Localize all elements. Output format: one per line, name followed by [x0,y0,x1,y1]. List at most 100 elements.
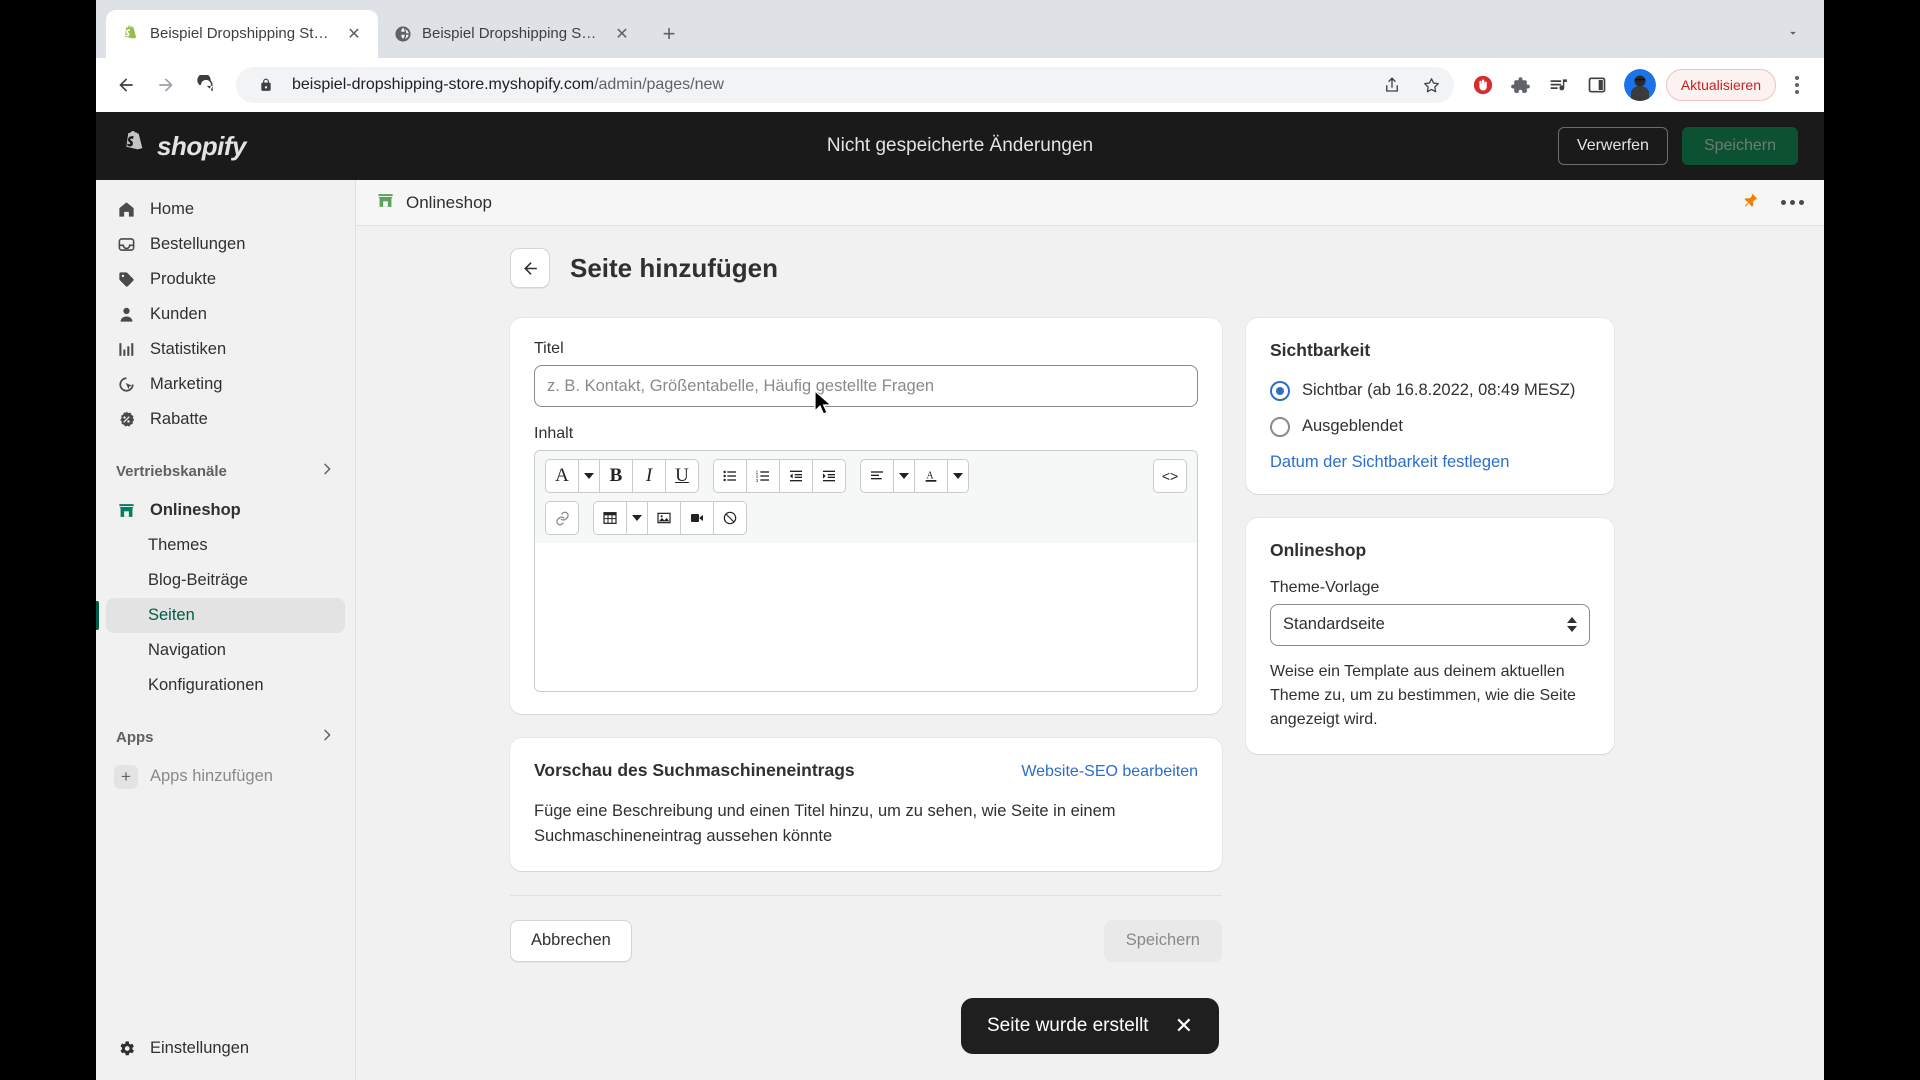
puzzle-extensions-icon[interactable] [1504,68,1538,102]
forward-arrow-icon[interactable] [148,67,184,103]
shopify-logo[interactable]: shopify [122,129,362,164]
sidebar-item-customers[interactable]: Kunden [106,297,345,332]
sidebar-item-add-apps[interactable]: + Apps hinzufügen [106,759,345,794]
theme-template-value: Standardseite [1283,615,1385,634]
seo-preview-card: Vorschau des Suchmaschineneintrags Websi… [510,738,1222,871]
editor-toolbar-row-2 [545,501,1187,535]
kebab-menu-icon[interactable] [1782,69,1812,101]
sidebar-item-blog-posts[interactable]: Blog-Beiträge [106,563,345,598]
lock-icon [252,71,280,99]
sidebar-section-apps[interactable]: Apps [106,717,345,757]
sidebar-item-settings[interactable]: Einstellungen [106,1031,345,1066]
visibility-option-hidden[interactable]: Ausgeblendet [1270,415,1590,439]
editor-group-link [545,501,579,535]
shopify-logo-text: shopify [157,130,246,161]
gear-icon [116,1039,136,1059]
sidebar-section-channels[interactable]: Vertriebskanäle [106,451,345,491]
align-chevron-down-icon[interactable] [893,459,915,493]
title-input[interactable]: z. B. Kontakt, Größentabelle, Häufig ges… [534,365,1198,407]
code-view-icon[interactable]: <> [1153,459,1187,493]
align-icon[interactable] [860,459,894,493]
back-arrow-icon[interactable] [108,67,144,103]
link-icon[interactable] [545,501,579,535]
close-icon[interactable]: ✕ [1175,1015,1193,1037]
sidebar-item-online-store-label: Onlineshop [150,501,241,519]
sidebar-item-analytics[interactable]: Statistiken [106,332,345,367]
sidebar-item-navigation[interactable]: Navigation [106,633,345,668]
outdent-icon[interactable] [779,459,813,493]
browser-tab-2-close-icon[interactable]: ✕ [610,22,634,46]
sidebar-item-preferences[interactable]: Konfigurationen [106,668,345,703]
bold-icon[interactable]: B [599,459,633,493]
visibility-card-title: Sichtbarkeit [1270,340,1371,360]
insert-image-icon[interactable] [647,501,681,535]
sidebar-item-marketing[interactable]: Marketing [106,367,345,402]
text-color-icon[interactable]: A [914,459,948,493]
seo-preview-header: Vorschau des Suchmaschineneintrags Websi… [534,760,1198,781]
sidebar-item-pages[interactable]: Seiten [96,598,345,633]
sidebar-item-pages-label: Seiten [148,606,195,624]
editor-group-font: A B I U [545,459,699,493]
edit-website-seo-link[interactable]: Website-SEO bearbeiten [1021,763,1198,781]
shopify-bag-icon [122,129,148,164]
avatar[interactable] [1623,69,1656,101]
reload-icon[interactable] [188,67,224,103]
back-button[interactable] [510,248,550,288]
share-icon[interactable] [1378,71,1406,99]
editor-group-insert [593,501,747,535]
browser-tab-1-title: Beispiel Dropshipping Store · S [150,25,332,42]
sidebar-item-orders-label: Bestellungen [150,235,246,253]
cancel-button[interactable]: Abbrechen [510,919,632,962]
radio-visible[interactable] [1270,381,1290,401]
sidebar-item-orders[interactable]: Bestellungen [106,227,345,262]
visibility-option-visible[interactable]: Sichtbar (ab 16.8.2022, 08:49 MESZ) [1270,379,1590,403]
rich-text-editor: A B I U 1 2 3 A <> [534,450,1198,692]
numbered-list-icon[interactable]: 123 [746,459,780,493]
shopify-favicon [122,25,140,43]
tabstrip-chevron-down-icon[interactable] [1778,18,1808,48]
adblock-icon[interactable] [1466,68,1500,102]
radio-hidden[interactable] [1270,416,1290,437]
table-icon[interactable] [593,501,627,535]
sidebar-item-analytics-label: Statistiken [150,340,227,358]
save-button-top[interactable]: Speichern [1681,127,1798,165]
save-button-bottom[interactable]: Speichern [1103,919,1222,962]
sidepanel-icon[interactable] [1580,68,1614,102]
playlist-icon[interactable] [1542,68,1576,102]
font-style-chevron-down-icon[interactable] [578,459,600,493]
pin-icon[interactable] [1742,192,1759,214]
font-style-icon[interactable]: A [545,459,579,493]
indent-icon[interactable] [812,459,846,493]
sidebar-item-online-store[interactable]: Onlineshop [106,493,345,528]
url-domain: beispiel-dropshipping-store.myshopify.co… [292,76,595,93]
clear-formatting-icon[interactable] [713,501,747,535]
theme-template-select[interactable]: Standardseite [1270,603,1590,646]
star-icon[interactable] [1418,71,1446,99]
set-visibility-date-link[interactable]: Datum der Sichtbarkeit festlegen [1270,453,1590,472]
text-color-chevron-down-icon[interactable] [947,459,969,493]
sidebar-item-discounts-label: Rabatte [150,410,208,428]
more-dots-icon[interactable] [1781,200,1804,205]
browser-tab-2[interactable]: Beispiel Dropshipping Store ✕ [378,10,646,58]
address-bar[interactable]: beispiel-dropshipping-store.myshopify.co… [236,67,1454,103]
tab-strip: Beispiel Dropshipping Store · S ✕ Beispi… [96,0,1824,58]
update-button[interactable]: Aktualisieren [1665,69,1776,101]
browser-tab-1[interactable]: Beispiel Dropshipping Store · S ✕ [106,10,378,58]
sidebar-item-products[interactable]: Produkte [106,262,345,297]
insert-video-icon[interactable] [680,501,714,535]
visibility-card: Sichtbarkeit Sichtbar (ab 16.8.2022, 08:… [1246,318,1614,494]
browser-tab-1-close-icon[interactable]: ✕ [342,22,366,46]
sidebar-item-marketing-label: Marketing [150,375,223,393]
product-tag-icon [116,270,136,290]
table-chevron-down-icon[interactable] [626,501,648,535]
bulleted-list-icon[interactable] [713,459,747,493]
sidebar-item-discounts[interactable]: Rabatte [106,402,345,437]
italic-icon[interactable]: I [632,459,666,493]
editor-content-area[interactable] [535,543,1197,691]
svg-text:3: 3 [756,478,759,483]
sidebar-item-themes[interactable]: Themes [106,528,345,563]
discard-button[interactable]: Verwerfen [1557,127,1668,165]
sidebar-item-home[interactable]: Home [106,192,345,227]
new-tab-button[interactable]: + [652,17,686,51]
underline-icon[interactable]: U [665,459,699,493]
